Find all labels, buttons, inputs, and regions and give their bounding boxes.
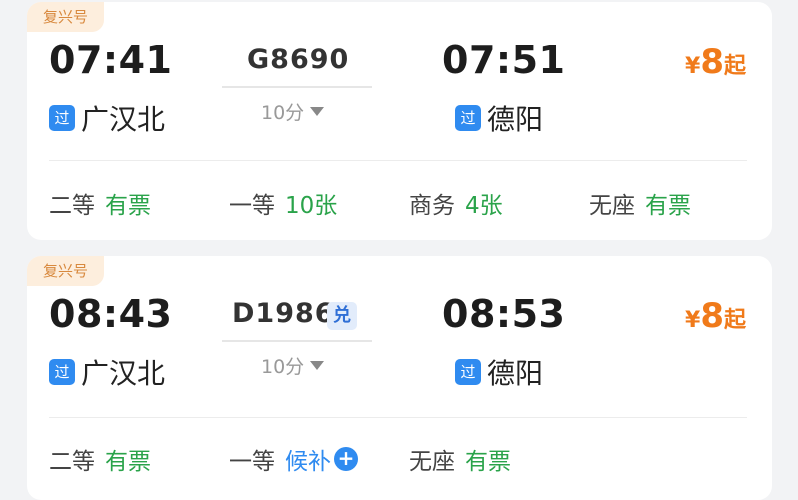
price-currency: ¥ xyxy=(685,54,701,79)
seat-class-label: 一等 xyxy=(229,449,275,475)
seat-class-label: 无座 xyxy=(409,449,455,475)
brand-tag: 复兴号 xyxy=(27,256,105,286)
seat-no-seat: 无座 有票 xyxy=(589,186,691,220)
price: ¥ 8 起 xyxy=(685,42,746,82)
seat-first-class: 一等 10张 xyxy=(229,186,337,220)
route-line xyxy=(222,340,372,342)
departure-time: 08:43 xyxy=(49,292,173,336)
train-card[interactable]: 复兴号 07:41 过 广汉北 G8690 10分 07:51 过 德阳 ¥ 8… xyxy=(27,2,772,240)
train-card[interactable]: 复兴号 08:43 过 广汉北 D1986 兑 10分 08:53 过 德阳 ¥… xyxy=(27,256,772,500)
seat-class-label: 二等 xyxy=(49,449,95,475)
arrival-station-name: 德阳 xyxy=(487,103,544,136)
duration-text: 10分 xyxy=(261,356,305,378)
departure-time: 07:41 xyxy=(49,38,173,82)
caret-down-icon xyxy=(310,361,325,370)
seat-availability: 有票 xyxy=(645,193,691,219)
duration-toggle[interactable]: 10分 xyxy=(261,352,325,379)
seat-second-class: 二等 有票 xyxy=(49,186,151,220)
seat-availability: 4张 xyxy=(465,193,503,219)
seat-availability: 10张 xyxy=(285,193,338,219)
train-number: G8690 xyxy=(247,44,350,75)
seat-class-label: 二等 xyxy=(49,193,95,219)
arrival-station: 过 德阳 xyxy=(455,352,543,392)
arrival-station: 过 德阳 xyxy=(455,98,543,138)
price-currency: ¥ xyxy=(685,308,701,333)
price-suffix: 起 xyxy=(723,54,746,79)
pass-through-badge: 过 xyxy=(455,105,481,131)
seat-class-label: 一等 xyxy=(229,193,275,219)
waitlist-link[interactable]: 候补 xyxy=(285,442,331,476)
seat-no-seat: 无座 有票 xyxy=(409,442,511,476)
arrival-time: 07:51 xyxy=(442,38,566,82)
pass-through-badge: 过 xyxy=(455,359,481,385)
price: ¥ 8 起 xyxy=(685,296,746,336)
divider xyxy=(49,160,747,161)
departure-station-name: 广汉北 xyxy=(81,103,166,136)
departure-station: 过 广汉北 xyxy=(49,98,165,138)
duration-text: 10分 xyxy=(261,102,305,124)
departure-station-name: 广汉北 xyxy=(81,357,166,390)
pass-through-badge: 过 xyxy=(49,105,75,131)
seat-business-class: 商务 4张 xyxy=(409,186,503,220)
price-value: 8 xyxy=(700,296,724,336)
seat-second-class: 二等 有票 xyxy=(49,442,151,476)
seat-class-label: 商务 xyxy=(409,193,455,219)
duration-toggle[interactable]: 10分 xyxy=(261,98,325,125)
seat-availability: 有票 xyxy=(105,449,151,475)
seat-availability: 有票 xyxy=(105,193,151,219)
arrival-time: 08:53 xyxy=(442,292,566,336)
price-value: 8 xyxy=(700,42,724,82)
train-list: 复兴号 07:41 过 广汉北 G8690 10分 07:51 过 德阳 ¥ 8… xyxy=(0,0,798,500)
pass-through-badge: 过 xyxy=(49,359,75,385)
seat-first-class[interactable]: 一等 候补 + xyxy=(229,442,358,476)
plus-circle-icon[interactable]: + xyxy=(334,447,358,471)
route-line xyxy=(222,86,372,88)
seat-availability: 有票 xyxy=(465,449,511,475)
divider xyxy=(49,417,747,418)
redeem-tag: 兑 xyxy=(327,302,357,330)
train-number: D1986 xyxy=(232,298,335,329)
arrival-station-name: 德阳 xyxy=(487,357,544,390)
price-suffix: 起 xyxy=(723,308,746,333)
departure-station: 过 广汉北 xyxy=(49,352,165,392)
seat-class-label: 无座 xyxy=(589,193,635,219)
brand-tag: 复兴号 xyxy=(27,2,105,32)
caret-down-icon xyxy=(310,107,325,116)
